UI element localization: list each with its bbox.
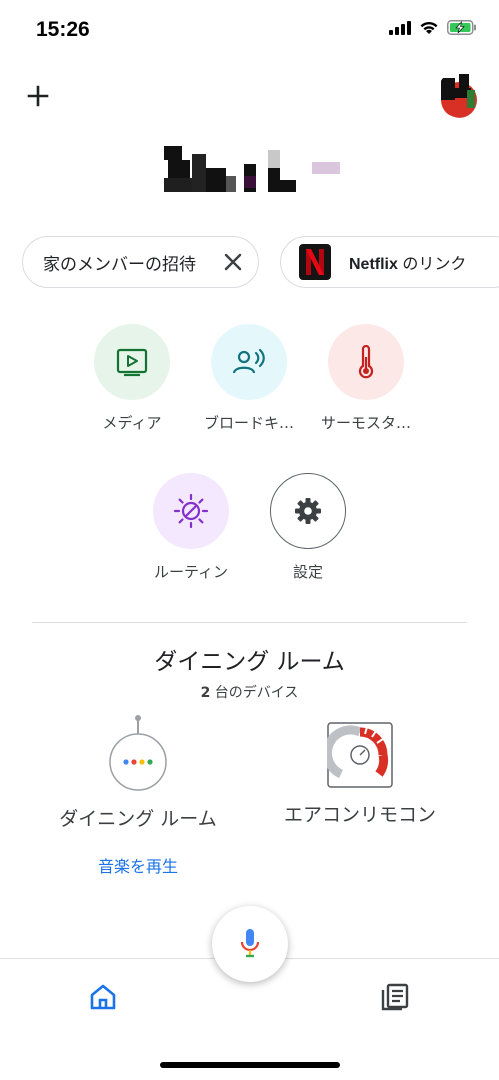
room-device-count: 2 台のデバイス — [0, 682, 499, 702]
mic-button[interactable] — [212, 906, 288, 982]
play-music-link[interactable]: 音楽を再生 — [98, 853, 178, 877]
home-icon — [90, 984, 116, 1010]
signal-icon — [389, 20, 411, 35]
room-device-count-suffix: 台のデバイス — [210, 685, 299, 701]
media-circle — [94, 324, 170, 400]
invite-members-chip[interactable]: 家のメンバーの招待 — [22, 236, 259, 288]
section-divider — [32, 622, 467, 623]
mic-icon — [240, 929, 260, 958]
netflix-link-label: Netflix のリンク — [349, 250, 466, 274]
home-name-redacted — [164, 146, 344, 194]
home-indicator — [160, 1062, 340, 1068]
netflix-link-suffix: のリンク — [397, 256, 467, 273]
add-button[interactable] — [22, 80, 54, 112]
tile-settings[interactable]: 設定 — [253, 473, 363, 582]
close-icon[interactable] — [222, 251, 244, 273]
settings-circle — [270, 473, 346, 549]
routine-icon — [173, 493, 209, 529]
device-ac-remote-label: エアコンリモコン — [283, 804, 436, 826]
device-ac-remote[interactable]: エアコンリモコン — [260, 722, 460, 827]
netflix-brand: Netflix — [349, 256, 398, 273]
play-icon — [116, 348, 148, 377]
avatar-image — [437, 70, 485, 118]
invite-members-label: 家のメンバーの招待 — [43, 254, 196, 275]
netflix-logo-icon — [299, 244, 331, 280]
room-device-count-number: 2 — [200, 685, 211, 701]
device-speaker[interactable]: ダイニング ルーム 音楽を再生 — [38, 714, 238, 877]
status-icons — [389, 20, 477, 35]
battery-charging-icon — [447, 20, 476, 35]
status-time: 15:26 — [36, 18, 90, 41]
tile-routine[interactable]: ルーティン — [136, 473, 246, 582]
nav-home-tab[interactable] — [88, 982, 118, 1012]
broadcast-icon — [232, 348, 265, 374]
tile-thermostat-label: サーモスタ… — [320, 414, 411, 432]
tile-broadcast[interactable]: ブロードキ… — [194, 324, 304, 433]
broadcast-circle — [211, 324, 287, 400]
ac-remote-icon — [327, 722, 393, 788]
tile-media[interactable]: メディア — [77, 324, 187, 433]
smart-speaker-icon — [109, 715, 167, 791]
room-title: ダイニング ルーム — [154, 649, 345, 675]
tile-broadcast-label: ブロードキ… — [203, 414, 294, 432]
nav-feed-tab[interactable] — [380, 982, 410, 1012]
suggestion-chips: 家のメンバーの招待 Netflix のリンク — [22, 236, 499, 288]
feed-icon — [381, 983, 409, 1011]
tile-settings-label: 設定 — [292, 563, 323, 581]
netflix-link-chip[interactable]: Netflix のリンク — [280, 236, 499, 288]
avatar[interactable] — [437, 70, 485, 118]
status-bar: 15:26 — [0, 0, 499, 60]
thermometer-icon — [358, 345, 374, 379]
routine-circle — [153, 473, 229, 549]
tile-routine-label: ルーティン — [153, 563, 229, 581]
tile-media-label: メディア — [102, 414, 162, 432]
wifi-icon — [420, 21, 438, 34]
plus-icon — [27, 85, 49, 107]
device-speaker-label: ダイニング ルーム — [59, 808, 217, 830]
gear-icon — [295, 498, 321, 524]
tile-thermostat[interactable]: サーモスタ… — [311, 324, 421, 433]
thermostat-circle — [328, 324, 404, 400]
